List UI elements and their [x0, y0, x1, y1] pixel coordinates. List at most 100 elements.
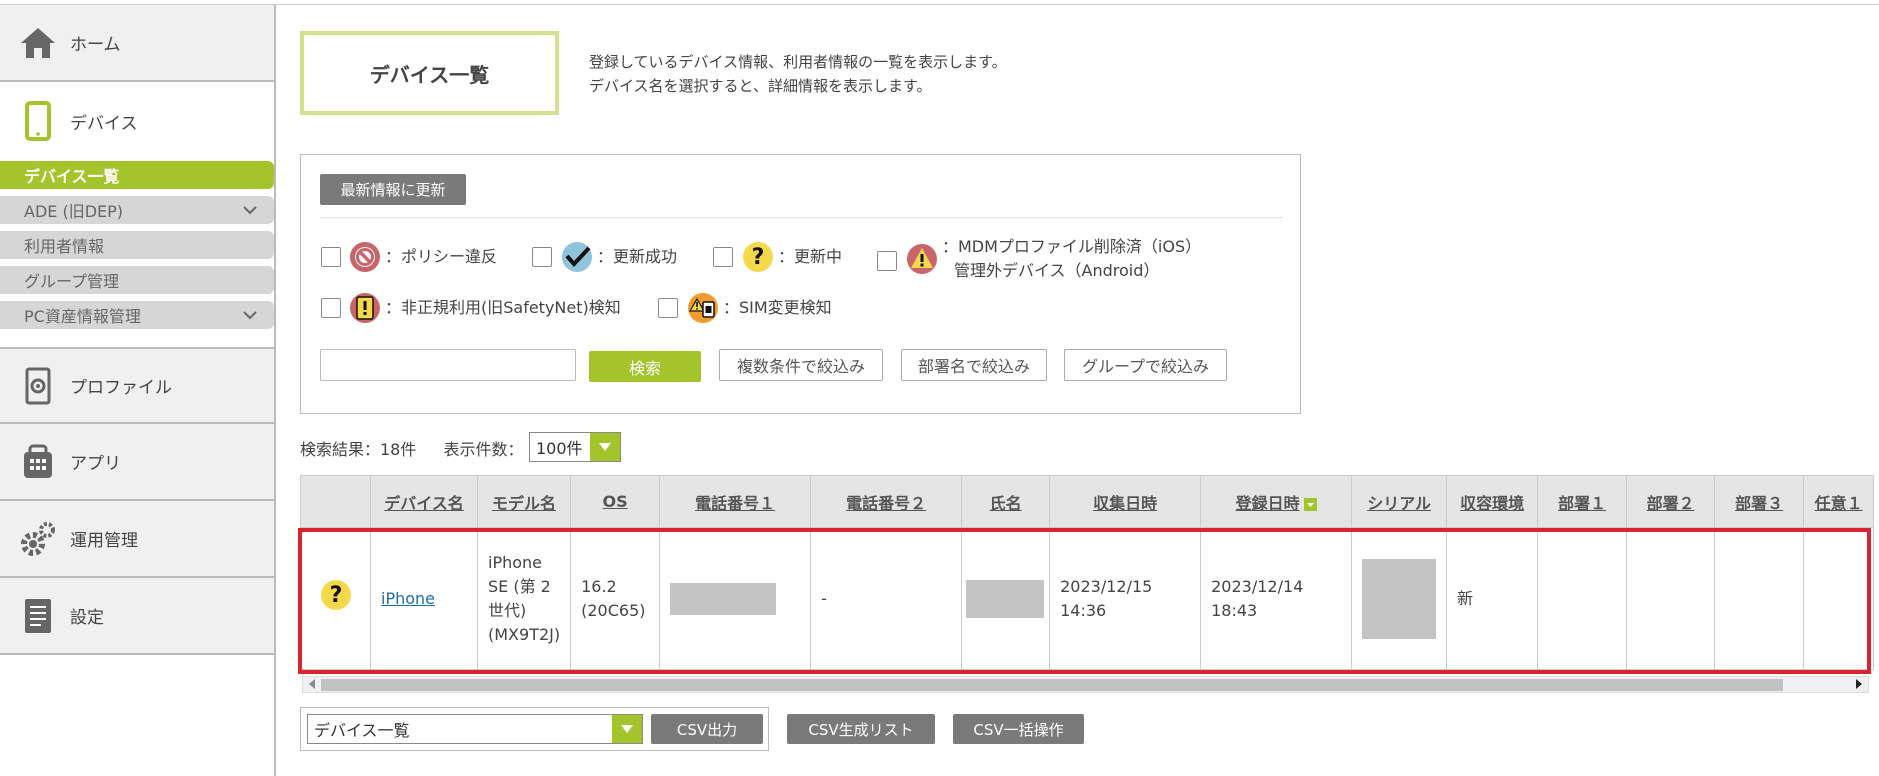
page-description: 登録しているデバイス情報、利用者情報の一覧を表示します。 デバイス名を選択すると…	[589, 50, 1007, 98]
warning-icon	[907, 244, 937, 274]
description-line: 登録しているデバイス情報、利用者情報の一覧を表示します。	[589, 53, 1007, 71]
user-name-cell	[961, 527, 1051, 670]
column-header-serial[interactable]: シリアル	[1351, 475, 1448, 528]
dept3-cell	[1714, 527, 1805, 670]
column-header-dept2[interactable]: 部署２	[1626, 475, 1716, 528]
table-row: ? iPhone iPhone SE (第 2 世代) (MX9T2J) 16.…	[300, 527, 1875, 670]
column-header-environment[interactable]: 収容環境	[1446, 475, 1539, 528]
column-header-collected[interactable]: 収集日時	[1049, 475, 1202, 528]
filter-checkbox-update-success[interactable]	[532, 247, 552, 267]
nav-device[interactable]: デバイス	[0, 82, 274, 160]
filter-checkbox-updating[interactable]	[713, 247, 733, 267]
svg-text:?: ?	[752, 245, 765, 270]
top-border	[0, 0, 1879, 5]
column-header-device-name[interactable]: デバイス名	[370, 475, 478, 528]
search-input[interactable]	[320, 349, 576, 381]
serial-cell	[1351, 527, 1448, 670]
results-summary: 検索結果：18件 表示件数：	[300, 436, 523, 460]
multi-condition-filter-button[interactable]: 複数条件で絞込み	[719, 349, 883, 381]
filter-checkbox-mdm-removed[interactable]	[877, 251, 897, 271]
profile-gear-icon	[18, 366, 58, 406]
sidebar-item-pc-assets[interactable]: PC資産情報管理	[0, 301, 274, 329]
export-box: デバイス一覧 CSV出力	[300, 707, 769, 751]
device-table: デバイス名 モデル名 OS 電話番号１ 電話番号２ 氏名 収集日時 登録日時 シ…	[300, 475, 1875, 670]
column-header-os[interactable]: OS	[570, 475, 661, 528]
environment-cell: 新	[1446, 527, 1539, 670]
sidebar-item-label: 利用者情報	[24, 237, 105, 256]
search-button[interactable]: 検索	[589, 351, 701, 382]
sidebar-item-label: PC資産情報管理	[24, 307, 141, 326]
filter-panel: 最新情報に更新 ：ポリシー違反 ：更新成功 ? ：更新中 ：MDMプロファイル削…	[300, 154, 1301, 414]
page-title-text: デバイス一覧	[369, 62, 490, 87]
sim-warning-icon	[688, 293, 718, 323]
scrollbar-thumb[interactable]	[321, 679, 1783, 691]
nav-home[interactable]: ホーム	[0, 5, 274, 82]
filter-checkbox-policy-violation[interactable]	[321, 247, 341, 267]
per-page-value: 100件	[536, 439, 583, 458]
column-header-phone2[interactable]: 電話番号２	[810, 475, 963, 528]
checkmark-icon	[562, 242, 592, 272]
csv-list-button[interactable]: CSV生成リスト	[787, 714, 935, 744]
department-filter-button[interactable]: 部署名で絞込み	[901, 349, 1047, 381]
filter-label: ：MDMプロファイル削除済（iOS）	[942, 237, 1202, 256]
dept1-cell	[1537, 527, 1628, 670]
sidebar-item-user-info[interactable]: 利用者情報	[0, 231, 274, 259]
filter-label: ：更新中	[778, 247, 843, 266]
sidebar-item-device-list[interactable]: デバイス一覧	[0, 161, 274, 189]
app-icon	[18, 442, 58, 482]
column-header-dept1[interactable]: 部署１	[1537, 475, 1628, 528]
horizontal-scrollbar[interactable]	[302, 676, 1869, 693]
column-header-dept3[interactable]: 部署３	[1714, 475, 1805, 528]
redacted-block	[966, 579, 1045, 618]
nav-settings-label: 設定	[70, 608, 104, 628]
per-page-select[interactable]: 100件	[529, 432, 621, 462]
refresh-button[interactable]: 最新情報に更新	[320, 174, 466, 205]
chevron-down-icon	[243, 311, 257, 320]
chevron-down-icon	[243, 206, 257, 215]
phone1-cell	[659, 527, 812, 670]
dept2-cell	[1626, 527, 1716, 670]
filter-label: ：ポリシー違反	[385, 247, 498, 266]
status-cell: ?	[300, 527, 371, 670]
group-filter-button[interactable]: グループで絞込み	[1064, 349, 1227, 381]
sort-indicator-icon	[1303, 497, 1317, 511]
column-header-any1[interactable]: 任意１	[1803, 475, 1875, 528]
filter-label: ：更新成功	[597, 247, 678, 266]
scroll-left-icon[interactable]	[309, 679, 315, 689]
sidebar-item-group[interactable]: グループ管理	[0, 266, 274, 294]
device-name-link[interactable]: iPhone	[370, 527, 478, 670]
scroll-right-icon[interactable]	[1856, 679, 1862, 689]
csv-output-button[interactable]: CSV出力	[651, 714, 763, 744]
nav-app[interactable]: アプリ	[0, 424, 274, 501]
filter-checkbox-unauthorized-use[interactable]	[321, 298, 341, 318]
question-icon: ?	[743, 242, 773, 272]
filter-checkbox-sim-change[interactable]	[658, 298, 678, 318]
page-title: デバイス一覧	[300, 31, 559, 115]
column-header-registered[interactable]: 登録日時	[1200, 475, 1353, 528]
sidebar-item-label: デバイス一覧	[24, 167, 120, 186]
nav-operations[interactable]: 運用管理	[0, 501, 274, 578]
question-icon: ?	[320, 580, 351, 610]
registered-cell: 2023/12/14 18:43	[1200, 527, 1353, 670]
smartphone-icon	[18, 101, 58, 141]
column-header-status	[300, 475, 371, 528]
dropdown-arrow-icon	[612, 715, 642, 743]
redacted-block	[1362, 558, 1437, 639]
table-header-row: デバイス名 モデル名 OS 電話番号１ 電話番号２ 氏名 収集日時 登録日時 シ…	[300, 475, 1875, 528]
divider	[320, 217, 1282, 218]
sidebar-item-ade[interactable]: ADE (旧DEP)	[0, 196, 274, 224]
sidebar-item-label: グループ管理	[24, 272, 120, 291]
nav-settings[interactable]: 設定	[0, 578, 274, 655]
column-header-name[interactable]: 氏名	[961, 475, 1051, 528]
column-header-model[interactable]: モデル名	[476, 475, 572, 528]
collected-cell: 2023/12/15 14:36	[1049, 527, 1202, 670]
export-type-select[interactable]: デバイス一覧	[307, 714, 643, 744]
column-header-phone1[interactable]: 電話番号１	[659, 475, 812, 528]
nav-operations-label: 運用管理	[70, 531, 138, 551]
csv-bulk-button[interactable]: CSV一括操作	[953, 714, 1084, 744]
per-page-label: 表示件数：	[443, 440, 524, 459]
home-icon	[18, 23, 58, 63]
dropdown-arrow-icon	[590, 433, 620, 461]
document-icon	[18, 596, 58, 636]
nav-profile[interactable]: プロファイル	[0, 347, 274, 424]
